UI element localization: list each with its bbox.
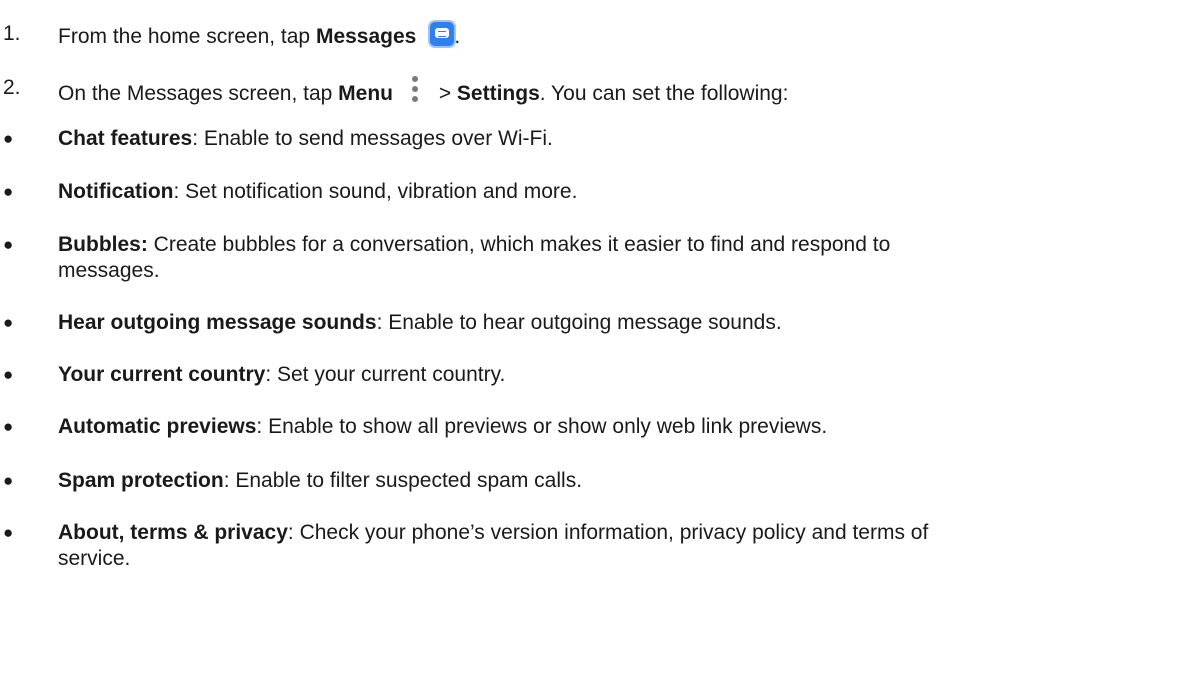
setting-desc: Create bubbles for a conversation, which…: [147, 233, 891, 256]
setting-term: Notification: [58, 180, 174, 203]
setting-desc: : Set your current country.: [265, 363, 506, 386]
setting-desc: : Enable to hear outgoing message sounds…: [376, 311, 782, 334]
bullet-icon: ●: [3, 417, 14, 436]
bullet-icon: ●: [3, 129, 14, 148]
messages-label: Messages: [315, 25, 417, 48]
setting-desc: : Enable to filter suspected spam calls.: [223, 469, 583, 492]
bullet-icon: ●: [3, 313, 14, 332]
setting-desc: : Set notification sound, vibration and …: [173, 180, 578, 203]
more-vert-icon: [411, 76, 419, 102]
setting-term: Your current country: [58, 363, 266, 386]
setting-term: About, terms & privacy: [58, 521, 288, 544]
setting-term: Spam protection: [58, 469, 224, 492]
setting-term: Automatic previews: [58, 415, 257, 438]
step-text: On the Messages screen, tap Menu > Setti…: [58, 76, 788, 106]
setting-desc: : Enable to show all previews or show on…: [256, 415, 828, 438]
setting-desc: : Enable to send messages over Wi-Fi.: [192, 127, 553, 150]
bullet-icon: ●: [3, 365, 14, 384]
instruction-document: 1. From the home screen, tap Messages. 2…: [0, 0, 1177, 689]
bullet-icon: ●: [3, 471, 14, 490]
bullet-icon: ●: [3, 235, 14, 254]
step-number: 1.: [3, 22, 21, 45]
setting-desc: : Check your phone’s version information…: [287, 521, 929, 544]
setting-desc: service.: [58, 547, 131, 570]
menu-label: Menu: [338, 82, 393, 105]
messages-icon: [430, 22, 455, 46]
step-number: 2.: [3, 76, 21, 99]
setting-term: Hear outgoing message sounds: [58, 311, 377, 334]
setting-desc: messages.: [58, 259, 160, 282]
step-text: From the home screen, tap Messages.: [58, 22, 460, 49]
settings-label: Settings: [456, 82, 540, 105]
setting-term: Bubbles:: [58, 233, 148, 256]
bullet-icon: ●: [3, 182, 14, 201]
setting-term: Chat features: [58, 127, 193, 150]
bullet-icon: ●: [3, 523, 14, 542]
